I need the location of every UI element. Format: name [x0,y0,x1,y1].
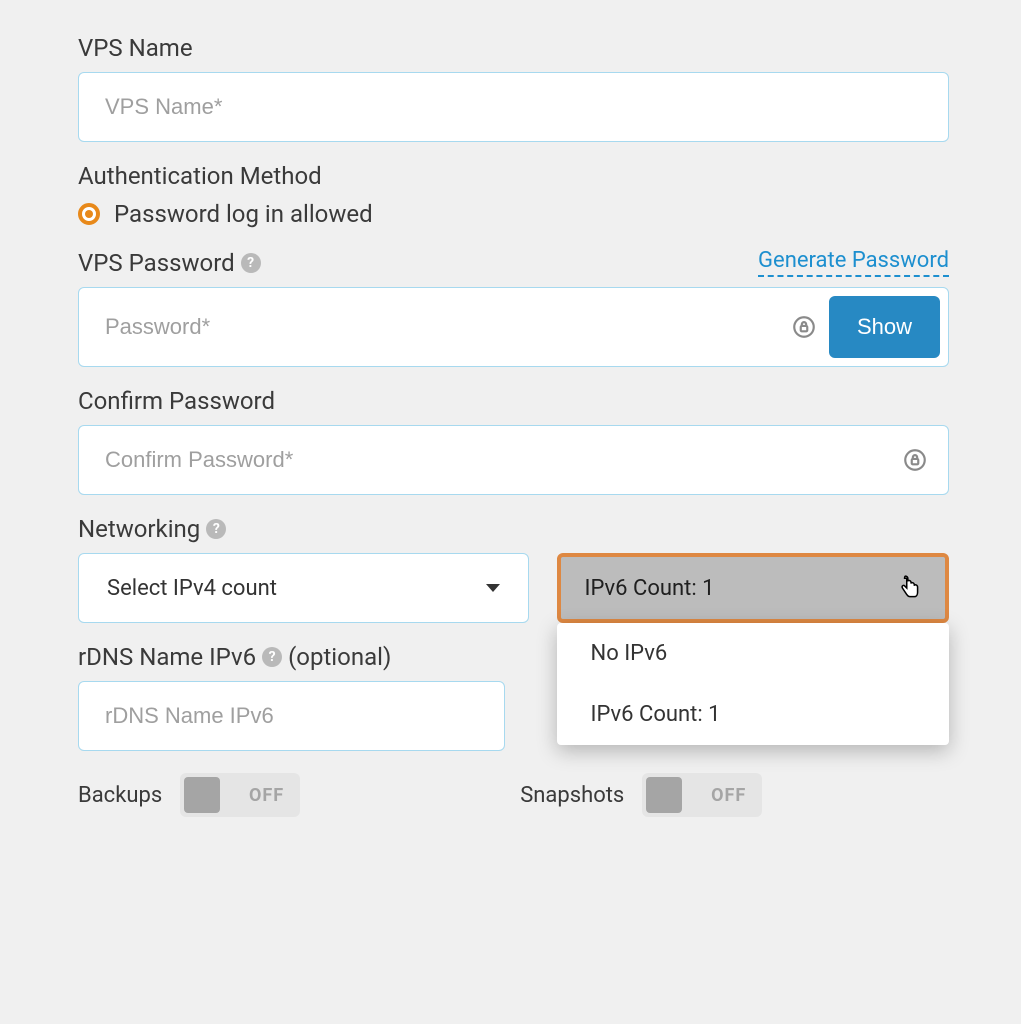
generate-password-link[interactable]: Generate Password [758,248,949,277]
vps-name-input[interactable] [78,72,949,142]
ipv4-select-text: Select IPv4 count [107,576,277,601]
radio-selected-icon [78,203,100,225]
backups-toggle-block: Backups OFF [78,773,300,817]
auth-method-label-text: Authentication Method [78,162,322,190]
help-icon[interactable]: ? [206,519,226,539]
backups-state-text: OFF [249,785,284,806]
rdns-optional-text: (optional) [288,643,391,671]
show-password-button[interactable]: Show [829,296,940,358]
rdns-input[interactable] [78,681,505,751]
backups-label: Backups [78,783,162,808]
confirm-password-label: Confirm Password [78,387,949,415]
ipv6-select-text: IPv6 Count: 1 [585,576,715,601]
rdns-label: rDNS Name IPv6 ? (optional) [78,643,505,671]
auth-radio-row[interactable]: Password log in allowed [78,200,949,228]
pointer-cursor-icon [897,575,923,601]
rdns-label-text: rDNS Name IPv6 [78,643,256,671]
confirm-password-wrap [78,425,949,495]
vps-name-label-text: VPS Name [78,34,193,62]
snapshots-toggle-block: Snapshots OFF [520,773,762,817]
confirm-password-input[interactable] [105,426,890,494]
networking-label-text: Networking [78,515,200,543]
auth-method-label: Authentication Method [78,162,949,190]
lock-icon [902,447,928,473]
password-label: VPS Password ? [78,249,261,277]
vps-name-label: VPS Name [78,34,949,62]
help-icon[interactable]: ? [241,253,261,273]
password-label-text: VPS Password [78,249,235,277]
help-icon[interactable]: ? [262,647,282,667]
backups-toggle[interactable]: OFF [180,773,300,817]
snapshots-state-text: OFF [711,785,746,806]
auth-option-text: Password log in allowed [114,200,373,228]
snapshots-label: Snapshots [520,783,624,808]
chevron-down-icon [486,584,500,592]
ipv6-option-none[interactable]: No IPv6 [557,623,950,684]
ipv4-count-select[interactable]: Select IPv4 count [78,553,529,623]
toggle-thumb [184,777,220,813]
lock-icon [791,314,817,340]
networking-label: Networking ? [78,515,949,543]
password-field-wrap: Show [78,287,949,367]
ipv6-dropdown: No IPv6 IPv6 Count: 1 [557,623,950,745]
toggle-thumb [646,777,682,813]
snapshots-toggle[interactable]: OFF [642,773,762,817]
confirm-password-label-text: Confirm Password [78,387,275,415]
ipv6-option-one[interactable]: IPv6 Count: 1 [557,684,950,745]
password-input[interactable] [105,296,779,358]
ipv6-count-select[interactable]: IPv6 Count: 1 [557,553,950,623]
